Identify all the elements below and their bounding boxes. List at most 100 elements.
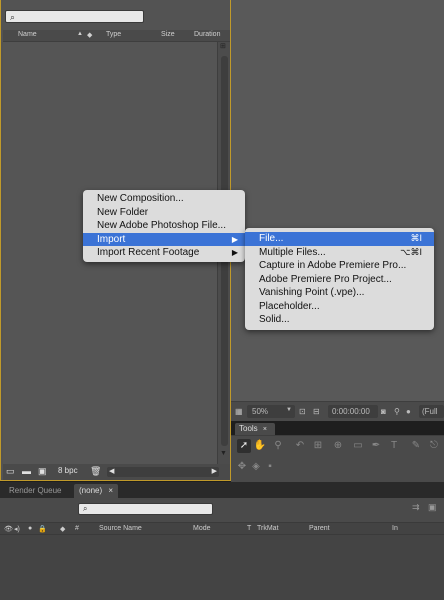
bottom-tab-strip: Render Queue (none) × <box>0 482 444 498</box>
scroll-down-icon[interactable]: ▼ <box>220 450 227 457</box>
timeline-panel: ⌕ ⇉ ▣ 👁 ◂) ● 🔒 ◆ # Source Name Mode T Tr… <box>0 498 444 600</box>
resolution-value: (Full <box>422 407 438 416</box>
audio-icon[interactable]: ◂) <box>14 525 20 533</box>
context-menu: New Composition... New Folder New Adobe … <box>83 190 245 262</box>
view-axis-icon[interactable]: ▪ <box>263 460 277 474</box>
project-search-input[interactable]: ⌕ <box>5 10 144 23</box>
menu-item-new-photoshop-file[interactable]: New Adobe Photoshop File... <box>83 219 245 233</box>
always-preview-icon[interactable]: ▦ <box>235 407 243 416</box>
camera-tool-icon[interactable]: ⊞ <box>311 439 325 453</box>
menu-item-placeholder[interactable]: Placeholder... <box>245 300 434 314</box>
close-icon[interactable]: × <box>108 486 113 495</box>
timeline-search-input[interactable]: ⌕ <box>78 503 213 515</box>
composition-viewer[interactable] <box>231 0 444 421</box>
clone-stamp-tool-icon[interactable]: ⎋ <box>427 439 441 453</box>
menu-item-label: Import Recent Footage <box>97 247 200 258</box>
new-composition-icon[interactable]: ▣ <box>38 466 47 477</box>
column-mode[interactable]: Mode <box>193 525 211 532</box>
menu-item-shortcut: ⌘I <box>410 233 422 243</box>
trash-icon[interactable]: 🗑 <box>90 466 101 477</box>
menu-item-vanishing-point[interactable]: Vanishing Point (.vpe)... <box>245 286 434 300</box>
graph-editor-icon[interactable]: ▣ <box>428 502 437 513</box>
rotate-tool-icon[interactable]: ↶ <box>293 439 307 453</box>
snapshot-icon[interactable]: ◙ <box>381 407 386 416</box>
column-source-name[interactable]: Source Name <box>99 525 142 532</box>
comp-flowchart-icon[interactable]: ⇉ <box>412 502 420 513</box>
tools-panel: ➚ ✋ ⚲ ↶ ⊞ ⊕ ▭ ✒ T ✎ ⎋ ✥ ◈ ▪ <box>231 435 444 482</box>
project-column-header: Name ▲ ◆ Type Size Duration <box>3 30 230 42</box>
solo-icon[interactable]: ● <box>28 525 32 532</box>
import-submenu: File... ⌘I Multiple Files... ⌥⌘I Capture… <box>245 228 434 330</box>
menu-item-import[interactable]: Import ▶ <box>83 232 245 246</box>
column-duration[interactable]: Duration <box>194 31 220 38</box>
project-horizontal-scrollbar[interactable]: ◀ ▶ <box>107 467 219 477</box>
mask-tool-icon[interactable]: ▭ <box>351 439 365 453</box>
menu-item-label: Placeholder... <box>259 300 320 312</box>
label-tag-icon[interactable]: ◆ <box>87 31 92 39</box>
menu-item-label: New Folder <box>97 206 149 218</box>
column-type[interactable]: Type <box>106 31 121 38</box>
column-name[interactable]: Name <box>18 31 37 38</box>
selection-tool-icon[interactable]: ➚ <box>237 439 251 453</box>
lock-icon[interactable]: 🔒 <box>38 525 47 533</box>
grid-icon[interactable]: ⊟ <box>313 407 320 416</box>
pen-tool-icon[interactable]: ✒ <box>369 439 383 453</box>
tools-title: Tools <box>239 424 258 433</box>
menu-item-solid[interactable]: Solid... <box>245 313 434 327</box>
timecode-value: 0:00:00:00 <box>332 407 370 416</box>
column-trkmat[interactable]: TrkMat <box>257 525 279 532</box>
pan-behind-tool-icon[interactable]: ⊕ <box>331 439 345 453</box>
label-tag-icon[interactable]: ◆ <box>60 525 65 533</box>
tools-tab[interactable]: Tools × <box>235 423 275 435</box>
new-folder-icon[interactable]: ▬ <box>22 466 31 476</box>
interpret-footage-icon[interactable]: ▭ <box>6 466 15 477</box>
menu-item-shortcut: ⌥⌘I <box>400 246 422 257</box>
show-snapshot-icon[interactable]: ⚲ <box>394 407 400 416</box>
scroll-left-icon[interactable]: ◀ <box>109 467 114 475</box>
type-tool-icon[interactable]: T <box>387 439 401 453</box>
menu-item-import-multiple-files[interactable]: Multiple Files... ⌥⌘I <box>245 246 434 260</box>
timecode-field[interactable]: 0:00:00:00 <box>328 405 378 418</box>
menu-item-premiere-project[interactable]: Adobe Premiere Pro Project... <box>245 273 434 287</box>
timeline-layers-area[interactable] <box>0 535 444 600</box>
submenu-arrow-icon: ▶ <box>231 234 238 244</box>
menu-item-import-file[interactable]: File... ⌘I <box>245 232 434 246</box>
column-number[interactable]: # <box>75 525 79 532</box>
resolution-select[interactable]: (Full <box>419 405 444 418</box>
menu-item-capture-premiere[interactable]: Capture in Adobe Premiere Pro... <box>245 259 434 273</box>
hand-tool-icon[interactable]: ✋ <box>253 439 267 453</box>
safe-margins-icon[interactable]: ⊡ <box>299 407 306 416</box>
menu-item-label: New Adobe Photoshop File... <box>97 220 226 231</box>
sort-chevron-icon[interactable]: ▲ <box>77 31 83 37</box>
zoom-tool-icon[interactable]: ⚲ <box>271 439 285 453</box>
timeline-column-header: 👁 ◂) ● 🔒 ◆ # Source Name Mode T TrkMat P… <box>0 522 444 535</box>
composition-toolbar: ▦ 50% ▼ ⊡ ⊟ 0:00:00:00 ◙ ⚲ ● (Full <box>231 401 444 421</box>
magnification-select[interactable]: 50% ▼ <box>247 405 295 418</box>
flowchart-icon[interactable]: ⊞ <box>220 42 226 50</box>
search-icon: ⌕ <box>83 504 88 513</box>
channel-icon[interactable]: ● <box>406 407 411 416</box>
project-footer: ▭ ▬ ▣ 8 bpc 🗑 ◀ ▶ <box>3 464 230 480</box>
menu-item-new-composition[interactable]: New Composition... <box>83 192 245 206</box>
menu-item-new-folder[interactable]: New Folder <box>83 206 245 220</box>
chevron-down-icon: ▼ <box>286 407 292 413</box>
search-icon: ⌕ <box>10 12 16 22</box>
world-axis-icon[interactable]: ◈ <box>249 460 263 474</box>
column-in[interactable]: In <box>392 525 398 532</box>
scroll-right-icon[interactable]: ▶ <box>212 467 217 475</box>
brush-tool-icon[interactable]: ✎ <box>409 439 423 453</box>
axis-icon[interactable]: ✥ <box>235 460 249 474</box>
menu-item-import-recent-footage[interactable]: Import Recent Footage ▶ <box>83 246 245 260</box>
close-icon[interactable]: × <box>263 426 267 433</box>
tab-composition[interactable]: (none) × <box>74 484 119 498</box>
menu-item-label: File... <box>259 233 284 244</box>
column-t[interactable]: T <box>247 525 251 532</box>
column-size[interactable]: Size <box>161 31 175 38</box>
bpc-label[interactable]: 8 bpc <box>58 466 78 475</box>
av-features-icon[interactable]: 👁 <box>4 525 13 533</box>
menu-item-label: Multiple Files... <box>259 246 326 258</box>
tab-render-queue[interactable]: Render Queue <box>4 484 66 498</box>
submenu-arrow-icon: ▶ <box>231 248 238 257</box>
column-parent[interactable]: Parent <box>309 525 330 532</box>
menu-item-label: Adobe Premiere Pro Project... <box>259 273 392 285</box>
